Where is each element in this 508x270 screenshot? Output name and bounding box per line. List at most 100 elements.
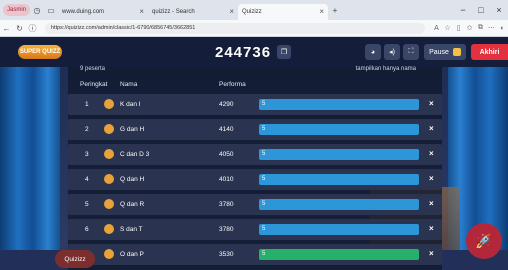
row-name: Q dan H: [120, 176, 145, 183]
progress-bar: 5: [259, 149, 419, 160]
history-icon[interactable]: ◷: [30, 6, 44, 15]
leaderboard-row[interactable]: 3 C dan D 3 4050 5 ×: [68, 144, 442, 165]
row-score: 4140: [219, 126, 234, 133]
tab-title: www.duing.com: [62, 8, 105, 15]
row-rank: 1: [85, 101, 89, 108]
progress-bar: 5: [259, 99, 419, 110]
info-icon[interactable]: ⓘ: [26, 23, 39, 34]
row-rank: 2: [85, 126, 89, 133]
avatar: [104, 224, 114, 234]
progress-value: 5: [262, 101, 266, 107]
tab-close-icon[interactable]: ×: [223, 7, 234, 16]
progress-value: 5: [262, 126, 266, 132]
remove-player-icon[interactable]: ×: [429, 249, 434, 258]
row-name: O dan P: [120, 251, 144, 258]
refresh-icon[interactable]: ↻: [13, 24, 26, 33]
row-name: K dan I: [120, 101, 141, 108]
remove-player-icon[interactable]: ×: [429, 199, 434, 208]
quizizz-badge: Quizizz: [55, 250, 95, 268]
tab-close-icon[interactable]: ×: [133, 7, 144, 16]
avatar: [104, 174, 114, 184]
avatar: [104, 199, 114, 209]
pause-label: Pause: [429, 48, 449, 56]
row-score: 3780: [219, 201, 234, 208]
tab-actions-icon[interactable]: ▭: [44, 6, 58, 15]
leaderboard-row[interactable]: 4 Q dan H 4010 5 ×: [68, 169, 442, 190]
favorites-bar-icon[interactable]: ✩: [464, 24, 475, 32]
leaderboard-row[interactable]: 6 S dan T 3780 5 ×: [68, 219, 442, 240]
maximize-button[interactable]: □: [472, 5, 490, 15]
quizizz-badge-label: Quizizz: [64, 255, 86, 263]
progress-bar: 5: [259, 124, 419, 135]
pause-button[interactable]: Pause: [424, 44, 466, 60]
game-area: SUPER QUIZZ 244736 ❐ ◕ ◂) ⛶ Pause Akhiri…: [0, 37, 508, 270]
new-tab-button[interactable]: +: [328, 6, 342, 15]
leaderboard-row[interactable]: 2 G dan H 4140 5 ×: [68, 119, 442, 140]
progress-value: 5: [262, 226, 266, 232]
favorite-icon[interactable]: ☆: [442, 24, 453, 32]
close-window-button[interactable]: ×: [490, 5, 508, 15]
remove-player-icon[interactable]: ×: [429, 224, 434, 233]
tab-quizizz[interactable]: Quizizz ×: [238, 3, 329, 20]
join-code: 244736 ❐: [215, 43, 292, 61]
browser-tab-bar: Jasmin ◷ ▭ www.duing.com × quizizz - Sea…: [0, 0, 508, 20]
copy-icon[interactable]: ❐: [277, 45, 292, 59]
leaderboard: 9 peserta tampilkan hanya nama Peringkat…: [68, 66, 442, 270]
progress-bar: 5: [259, 174, 419, 185]
split-screen-icon[interactable]: ▯: [453, 24, 464, 32]
row-rank: 4: [85, 176, 89, 183]
row-score: 4050: [219, 151, 234, 158]
pause-key-icon: [452, 48, 461, 56]
tab-quizizz-search[interactable]: quizizz - Search ×: [148, 4, 238, 20]
leaderboard-row[interactable]: 1 K dan I 4290 5 ×: [68, 94, 442, 115]
row-name: Q dan R: [120, 201, 145, 208]
row-rank: 6: [85, 226, 89, 233]
url-text: https://quizizz.com/admin/classic/1-6790…: [51, 25, 196, 31]
participant-count: 9 peserta: [80, 66, 106, 72]
leaderboard-row[interactable]: 7 O dan P 3530 5 ×: [68, 244, 442, 265]
tab-title: Quizizz: [242, 8, 262, 15]
show-names-toggle[interactable]: tampilkan hanya nama: [356, 66, 416, 72]
tab-duing[interactable]: www.duing.com ×: [58, 4, 148, 20]
tab-title: quizizz - Search: [152, 8, 195, 15]
game-logo: SUPER QUIZZ: [18, 45, 62, 59]
fullscreen-icon[interactable]: ⛶: [403, 44, 419, 60]
column-rank: Peringkat: [80, 81, 108, 88]
remove-player-icon[interactable]: ×: [429, 149, 434, 158]
row-rank: 3: [85, 151, 89, 158]
url-input[interactable]: https://quizizz.com/admin/classic/1-6790…: [45, 22, 425, 34]
avatar: [104, 149, 114, 159]
tab-close-icon[interactable]: ×: [313, 7, 324, 16]
row-score: 3780: [219, 226, 234, 233]
rocket-icon[interactable]: 🚀: [466, 223, 502, 259]
profile-button[interactable]: Jasmin: [3, 4, 31, 16]
leaderboard-columns: Peringkat Nama Performa: [68, 79, 442, 91]
join-code-value: 244736: [215, 43, 272, 61]
row-score: 4010: [219, 176, 234, 183]
read-aloud-icon[interactable]: A: [431, 25, 442, 32]
logo-text: SUPER QUIZZ: [19, 49, 61, 55]
minimize-button[interactable]: −: [454, 5, 472, 15]
copilot-icon[interactable]: ◐: [497, 25, 508, 32]
palette-icon[interactable]: ◕: [365, 44, 381, 60]
avatar: [104, 99, 114, 109]
end-game-button[interactable]: Akhiri: [471, 44, 508, 60]
progress-bar: 5: [259, 224, 419, 235]
menu-icon[interactable]: ⋯: [486, 24, 497, 32]
progress-value: 5: [262, 201, 266, 207]
back-icon[interactable]: ←: [0, 24, 13, 33]
progress-value: 5: [262, 251, 266, 257]
remove-player-icon[interactable]: ×: [429, 174, 434, 183]
leaderboard-row[interactable]: 5 Q dan R 3780 5 ×: [68, 194, 442, 215]
row-score: 4290: [219, 101, 234, 108]
volume-icon[interactable]: ◂): [384, 44, 400, 60]
remove-player-icon[interactable]: ×: [429, 99, 434, 108]
row-rank: 5: [85, 201, 89, 208]
address-bar: ← ↻ ⓘ https://quizizz.com/admin/classic/…: [0, 20, 508, 37]
avatar: [104, 124, 114, 134]
remove-player-icon[interactable]: ×: [429, 124, 434, 133]
progress-bar: 5: [259, 249, 419, 260]
row-name: G dan H: [120, 126, 145, 133]
row-score: 3530: [219, 251, 234, 258]
collections-icon[interactable]: ⧉: [475, 24, 486, 32]
